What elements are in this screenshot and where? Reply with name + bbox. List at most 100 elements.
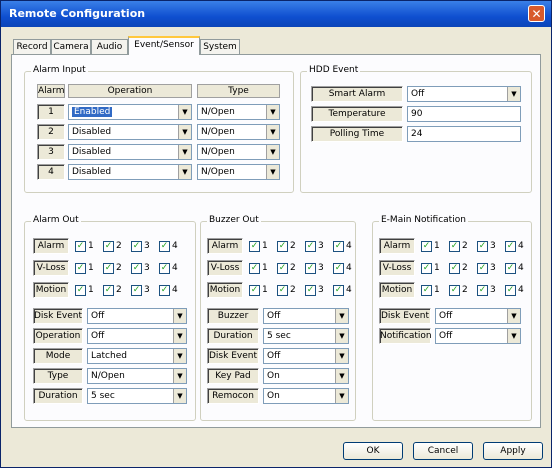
chevron-down-icon[interactable]: ▼ <box>178 145 191 159</box>
key-pad-select[interactable]: On ▼ <box>263 368 349 384</box>
vloss-checkbox-2[interactable]: ✓ <box>103 263 114 274</box>
motion-checkbox-2[interactable]: ✓ <box>103 285 114 296</box>
chevron-down-icon[interactable]: ▼ <box>266 145 279 159</box>
motion-checkbox-4[interactable]: ✓ <box>333 285 344 296</box>
vloss-row-label: V-Loss <box>33 260 69 276</box>
type-select-2[interactable]: N/Open ▼ <box>197 124 280 140</box>
chevron-down-icon[interactable]: ▼ <box>335 329 348 343</box>
alarm-checkbox-4[interactable]: ✓ <box>505 241 516 252</box>
vloss-checkbox-1[interactable]: ✓ <box>421 263 432 274</box>
tab-record[interactable]: Record <box>13 39 51 54</box>
vloss-checkbox-2[interactable]: ✓ <box>449 263 460 274</box>
motion-checkbox-3[interactable]: ✓ <box>131 285 142 296</box>
chevron-down-icon[interactable]: ▼ <box>173 349 186 363</box>
alarm-number-1: 1 <box>37 104 65 120</box>
chevron-down-icon[interactable]: ▼ <box>335 309 348 323</box>
motion-checkbox-1[interactable]: ✓ <box>75 285 86 296</box>
vloss-checkbox-3[interactable]: ✓ <box>305 263 316 274</box>
buzzer-duration-select[interactable]: 5 sec ▼ <box>263 328 349 344</box>
temperature-input[interactable]: 90 <box>407 106 521 122</box>
smart-alarm-value: Off <box>411 89 425 99</box>
alarm-number-3: 3 <box>37 144 65 160</box>
alarm-checkbox-4[interactable]: ✓ <box>159 241 170 252</box>
smart-alarm-select[interactable]: Off ▼ <box>407 86 521 102</box>
operation-select-1[interactable]: Enabled ▼ <box>68 104 192 120</box>
alarm-checkbox-label-1: 1 <box>434 241 440 251</box>
chevron-down-icon[interactable]: ▼ <box>173 389 186 403</box>
chevron-down-icon[interactable]: ▼ <box>178 165 191 179</box>
alarm-checkbox-1[interactable]: ✓ <box>75 241 86 252</box>
chevron-down-icon[interactable]: ▼ <box>507 309 520 323</box>
buzzer-select[interactable]: Off ▼ <box>263 308 349 324</box>
notification-select[interactable]: Off ▼ <box>435 328 521 344</box>
type-select-3[interactable]: N/Open ▼ <box>197 144 280 160</box>
chevron-down-icon[interactable]: ▼ <box>266 125 279 139</box>
alarm-out-type-select[interactable]: N/Open ▼ <box>87 368 187 384</box>
vloss-checkbox-4[interactable]: ✓ <box>159 263 170 274</box>
remocon-select[interactable]: On ▼ <box>263 388 349 404</box>
motion-checkbox-4[interactable]: ✓ <box>159 285 170 296</box>
alarm-checkbox-2[interactable]: ✓ <box>277 241 288 252</box>
operation-select-2[interactable]: Disabled ▼ <box>68 124 192 140</box>
chevron-down-icon[interactable]: ▼ <box>335 369 348 383</box>
buzzer-disk-event-select[interactable]: Off ▼ <box>263 348 349 364</box>
motion-checkbox-3[interactable]: ✓ <box>305 285 316 296</box>
operation-select-3[interactable]: Disabled ▼ <box>68 144 192 160</box>
remote-configuration-window: Remote Configuration ✕ Record Camera Aud… <box>0 0 552 468</box>
alarm-out-disk-event-select[interactable]: Off ▼ <box>87 308 187 324</box>
vloss-checkbox-1[interactable]: ✓ <box>249 263 260 274</box>
chevron-down-icon[interactable]: ▼ <box>335 349 348 363</box>
alarm-out-duration-select[interactable]: 5 sec ▼ <box>87 388 187 404</box>
type-value-1: N/Open <box>201 107 235 117</box>
alarm-checkbox-2[interactable]: ✓ <box>449 241 460 252</box>
chevron-down-icon[interactable]: ▼ <box>173 369 186 383</box>
tab-event-sensor[interactable]: Event/Sensor <box>128 36 200 55</box>
motion-row-label: Motion <box>379 282 415 298</box>
vloss-checkbox-1[interactable]: ✓ <box>75 263 86 274</box>
motion-checkbox-2[interactable]: ✓ <box>277 285 288 296</box>
vloss-checkbox-label-4: 4 <box>518 263 524 273</box>
apply-button[interactable]: Apply <box>483 442 543 460</box>
motion-checkbox-3[interactable]: ✓ <box>477 285 488 296</box>
chevron-down-icon[interactable]: ▼ <box>335 389 348 403</box>
motion-checkbox-4[interactable]: ✓ <box>505 285 516 296</box>
alarm-checkbox-3[interactable]: ✓ <box>131 241 142 252</box>
email-disk-event-select[interactable]: Off ▼ <box>435 308 521 324</box>
motion-checkbox-1[interactable]: ✓ <box>421 285 432 296</box>
alarm-checkbox-3[interactable]: ✓ <box>305 241 316 252</box>
alarm-out-mode-select[interactable]: Latched ▼ <box>87 348 187 364</box>
motion-checkbox-2[interactable]: ✓ <box>449 285 460 296</box>
close-icon[interactable]: ✕ <box>528 5 545 22</box>
tab-system[interactable]: System <box>200 39 240 54</box>
vloss-checkbox-3[interactable]: ✓ <box>477 263 488 274</box>
vloss-checkbox-4[interactable]: ✓ <box>333 263 344 274</box>
chevron-down-icon[interactable]: ▼ <box>178 125 191 139</box>
motion-checkbox-1[interactable]: ✓ <box>249 285 260 296</box>
chevron-down-icon[interactable]: ▼ <box>507 329 520 343</box>
type-select-4[interactable]: N/Open ▼ <box>197 164 280 180</box>
alarm-checkbox-1[interactable]: ✓ <box>421 241 432 252</box>
alarm-checkbox-2[interactable]: ✓ <box>103 241 114 252</box>
operation-select-4[interactable]: Disabled ▼ <box>68 164 192 180</box>
remocon-value: On <box>267 391 280 401</box>
tab-audio[interactable]: Audio <box>91 39 128 54</box>
chevron-down-icon[interactable]: ▼ <box>173 309 186 323</box>
tab-camera[interactable]: Camera <box>51 39 91 54</box>
chevron-down-icon[interactable]: ▼ <box>173 329 186 343</box>
vloss-checkbox-4[interactable]: ✓ <box>505 263 516 274</box>
chevron-down-icon[interactable]: ▼ <box>266 105 279 119</box>
alarm-checkbox-4[interactable]: ✓ <box>333 241 344 252</box>
email-notification-group: E-Main Notification Disk Event Off ▼ Noti… <box>372 215 532 421</box>
polling-time-input[interactable]: 24 <box>407 126 521 142</box>
vloss-checkbox-2[interactable]: ✓ <box>277 263 288 274</box>
ok-button[interactable]: OK <box>343 442 403 460</box>
alarm-checkbox-1[interactable]: ✓ <box>249 241 260 252</box>
alarm-checkbox-3[interactable]: ✓ <box>477 241 488 252</box>
vloss-checkbox-3[interactable]: ✓ <box>131 263 142 274</box>
type-select-1[interactable]: N/Open ▼ <box>197 104 280 120</box>
cancel-button[interactable]: Cancel <box>413 442 473 460</box>
chevron-down-icon[interactable]: ▼ <box>507 87 520 101</box>
chevron-down-icon[interactable]: ▼ <box>266 165 279 179</box>
alarm-out-operation-select[interactable]: Off ▼ <box>87 328 187 344</box>
chevron-down-icon[interactable]: ▼ <box>178 105 191 119</box>
